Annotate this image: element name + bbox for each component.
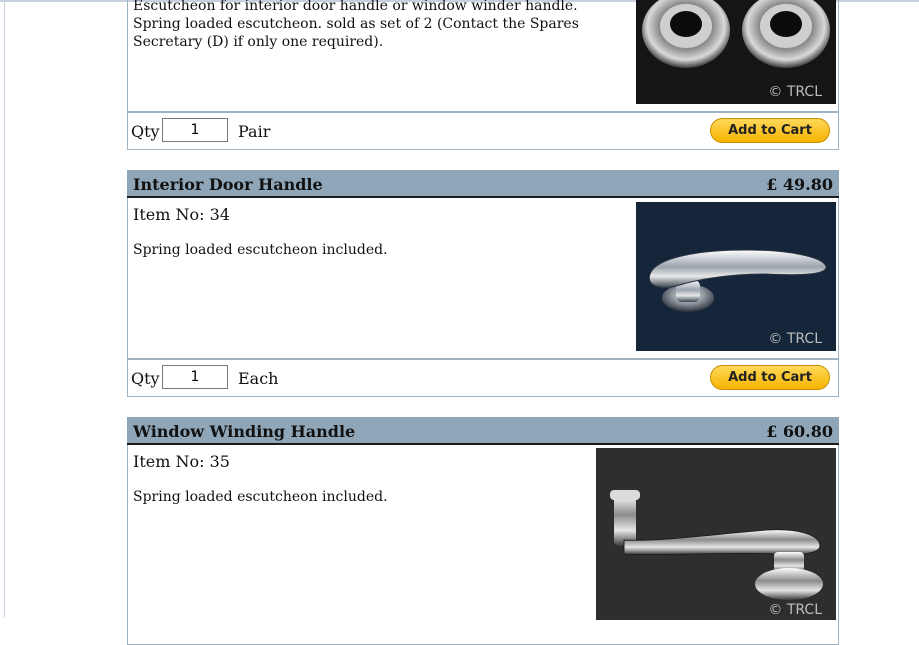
add-to-cart-button[interactable]: Add to Cart [710,365,830,390]
copyright-text: © TRCL [768,602,822,618]
product-image-door-handle: © TRCL [636,202,836,351]
product-price: £ 49.80 [766,175,833,194]
unit-label: Pair [238,122,271,141]
product-description: Spring loaded escutcheon included. [133,489,388,505]
item-number: Item No: 35 [133,452,230,471]
product-body: Escutcheon for interior door handle or w… [127,0,839,112]
product-window-winding-handle: Window Winding Handle £ 60.80 Item No: 3… [127,417,839,645]
item-number: Item No: 34 [133,205,230,224]
qty-label: Qty [131,122,160,141]
unit-label: Each [238,369,279,388]
add-to-cart-button[interactable]: Add to Cart [710,118,830,143]
product-title: Interior Door Handle [133,175,323,194]
copyright-text: © TRCL [768,331,822,347]
qty-label: Qty [131,369,160,388]
product-interior-door-handle: Interior Door Handle £ 49.80 Item No: 34… [127,170,839,398]
qty-input[interactable] [162,118,228,142]
product-image-escutcheon: © TRCL [636,0,836,104]
product-title: Window Winding Handle [133,422,356,441]
product-escutcheon: Escutcheon for interior door handle or w… [127,0,839,151]
product-description: Escutcheon for interior door handle or w… [133,0,579,50]
copyright-text: © TRCL [768,84,822,100]
product-title-bar: Window Winding Handle £ 60.80 [127,417,839,445]
product-title-bar: Interior Door Handle £ 49.80 [127,170,839,198]
product-image-window-handle: © TRCL [596,448,836,620]
product-description: Spring loaded escutcheon included. [133,242,388,258]
product-price: £ 60.80 [766,422,833,441]
left-border [4,0,5,617]
product-body: Item No: 34 Spring loaded escutcheon inc… [127,198,839,359]
qty-input[interactable] [162,365,228,389]
qty-row: Qty Pair Add to Cart [127,112,839,150]
qty-row: Qty Each Add to Cart [127,359,839,397]
product-body: Item No: 35 Spring loaded escutcheon inc… [127,445,839,645]
